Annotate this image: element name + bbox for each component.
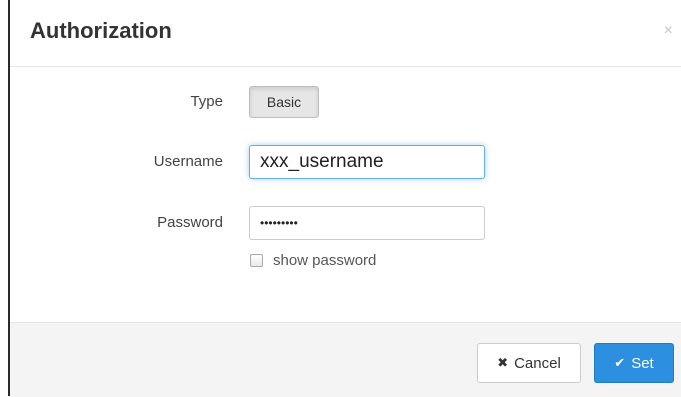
- type-basic-button[interactable]: Basic: [249, 86, 319, 118]
- check-icon: ✔: [614, 355, 626, 370]
- username-label: Username: [153, 153, 223, 170]
- show-password-toggle[interactable]: show password: [250, 252, 376, 269]
- dialog-title: Authorization: [30, 18, 172, 43]
- show-password-label: show password: [273, 252, 377, 269]
- cancel-button-label: Cancel: [514, 354, 561, 372]
- x-icon: ✖: [497, 355, 509, 370]
- set-button-label: Set: [631, 354, 654, 372]
- dialog-header: Authorization ×: [10, 0, 681, 67]
- password-input[interactable]: [249, 206, 485, 240]
- authorization-dialog: Authorization × Type Basic Username Pass…: [10, 0, 681, 397]
- cancel-button[interactable]: ✖ Cancel: [477, 343, 581, 383]
- dialog-footer: ✖ Cancel ✔ Set: [10, 322, 681, 397]
- username-input[interactable]: [249, 145, 485, 179]
- type-label: Type: [190, 93, 223, 110]
- password-label: Password: [157, 214, 223, 231]
- set-button[interactable]: ✔ Set: [594, 343, 674, 383]
- show-password-checkbox[interactable]: [250, 254, 263, 267]
- close-icon[interactable]: ×: [664, 22, 673, 40]
